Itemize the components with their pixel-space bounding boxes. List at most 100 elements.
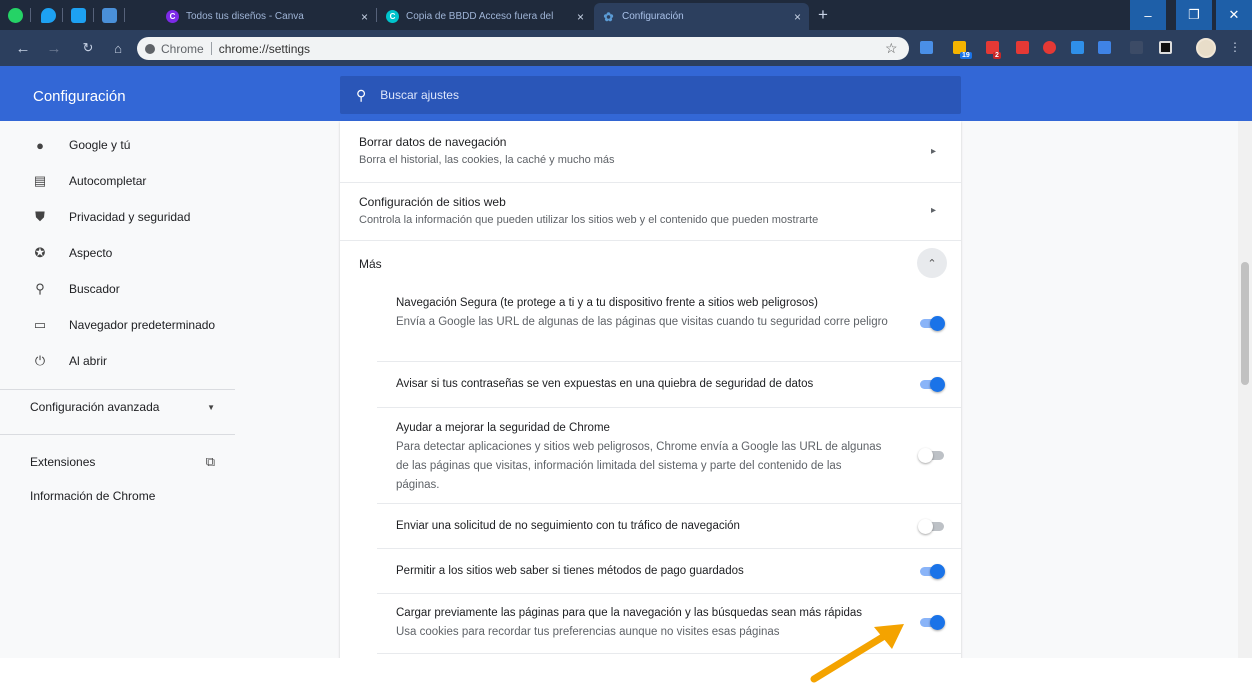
extension-gmail-icon[interactable] [1016, 41, 1029, 54]
profile-avatar[interactable] [1196, 38, 1216, 58]
extension-calendar2-icon[interactable] [1098, 41, 1111, 54]
password-leak-toggle[interactable] [918, 377, 945, 392]
browser-toolbar: ← → ↻ ⌂ Chrome chrome://settings ☆ 19 2 … [0, 30, 1252, 66]
improve-security-toggle[interactable] [918, 448, 944, 463]
scrollbar-thumb[interactable] [1241, 262, 1249, 385]
payment-methods-toggle[interactable] [918, 564, 945, 579]
gear-icon: ✿ [603, 9, 614, 24]
sidebar-item-autofill[interactable]: ▤ Autocompletar [0, 163, 235, 199]
browser-icon: ▭ [33, 317, 47, 332]
settings-main: Borrar datos de navegación Borra el hist… [340, 121, 1252, 685]
power-icon: ⏻ [34, 353, 46, 368]
sidebar-item-google[interactable]: ● Google y tú [0, 127, 235, 163]
arrow-shaft [810, 631, 890, 683]
do-not-track-row[interactable]: Enviar una solicitud de no seguimiento c… [377, 503, 961, 548]
menu-icon[interactable]: ⋮ [1229, 40, 1241, 54]
safe-browsing-toggle[interactable] [918, 316, 945, 331]
tab-strip: C Todos tus diseños - Canva × C Copia de… [0, 0, 1252, 30]
bottom-margin [0, 658, 1252, 685]
page-scrollbar[interactable] [1238, 121, 1252, 658]
address-bar[interactable]: Chrome chrome://settings [137, 37, 909, 60]
tab-separator [30, 8, 31, 22]
extension-grey-icon[interactable] [1130, 41, 1143, 54]
arrow-right-icon: ▸ [930, 205, 936, 216]
tab-canva-designs[interactable]: C Todos tus diseños - Canva × [158, 3, 376, 30]
collapse-button[interactable]: ⌃ [917, 248, 947, 278]
search-placeholder: Buscar ajustes [380, 88, 459, 102]
sidebar-item-search-engine[interactable]: ⚲ Buscador [0, 271, 235, 307]
close-window-button[interactable]: ✕ [1216, 0, 1252, 30]
new-tab-button[interactable]: + [818, 6, 828, 23]
close-icon[interactable]: × [577, 10, 584, 24]
forward-icon[interactable]: → [44, 38, 64, 58]
twitter-icon [40, 7, 56, 23]
sidebar-item-privacy[interactable]: ⛊ Privacidad y seguridad [0, 199, 235, 235]
omnibox-divider [210, 42, 212, 55]
do-not-track-toggle[interactable] [918, 519, 944, 534]
browser-window: C Todos tus diseños - Canva × C Copia de… [0, 0, 1252, 685]
canva-icon: C [166, 10, 179, 23]
callout-arrow [810, 624, 904, 683]
whatsapp-icon [7, 7, 23, 23]
advanced-privacy-card: Borrar datos de navegación Borra el hist… [340, 121, 961, 661]
minimize-button[interactable]: – [1130, 0, 1166, 30]
preload-pages-toggle[interactable] [918, 615, 945, 630]
maximize-button[interactable]: ❐ [1176, 0, 1212, 30]
search-icon: ⚲ [356, 86, 367, 103]
home-icon[interactable]: ⌂ [108, 38, 128, 58]
bookmark-star-icon[interactable]: ☆ [885, 40, 898, 57]
extension-arrow-icon[interactable] [1071, 41, 1084, 54]
tweetdeck-tab[interactable] [66, 4, 90, 26]
improve-security-row[interactable]: Ayudar a mejorar la seguridad de Chrome … [377, 407, 961, 503]
clipboard-icon: ▤ [33, 173, 47, 188]
site-chip[interactable]: Chrome [145, 42, 204, 56]
tab-separator [124, 8, 125, 22]
page-title: Configuración [33, 88, 126, 105]
site-settings-row[interactable]: Configuración de sitios web Controla la … [340, 182, 961, 240]
app-tab[interactable] [97, 4, 121, 26]
tweetdeck-icon [70, 7, 86, 23]
external-link-icon: ⧉ [205, 454, 215, 469]
tab-canva-copy[interactable]: C Copia de BBDD Acceso fuera del × [378, 3, 592, 30]
extension-adblock-icon[interactable] [1043, 41, 1056, 54]
chevron-down-icon: ▼ [207, 402, 215, 412]
header-gap [0, 66, 1252, 73]
url-text: chrome://settings [218, 41, 311, 56]
app-icon [101, 7, 117, 23]
safe-browsing-row[interactable]: Navegación Segura (te protege a ti y a t… [377, 283, 961, 361]
extension-lock-icon[interactable] [1159, 41, 1172, 54]
person-icon: ● [36, 137, 44, 153]
tab-separator [376, 8, 377, 22]
mail-badge: 2 [993, 52, 1001, 59]
sidebar-divider [0, 389, 235, 390]
arrow-right-icon: ▸ [930, 146, 936, 157]
clear-browsing-data-row[interactable]: Borrar datos de navegación Borra el hist… [340, 121, 961, 182]
back-icon[interactable]: ← [13, 38, 33, 58]
palette-icon: ✪ [34, 245, 46, 260]
sidebar-item-on-startup[interactable]: ⏻ Al abrir [0, 343, 235, 379]
password-leak-row[interactable]: Avisar si tus contraseñas se ven expuest… [377, 361, 961, 407]
close-icon[interactable]: × [794, 10, 801, 24]
sidebar-advanced[interactable]: Configuración avanzada ▼ [30, 400, 215, 414]
canva-icon: C [386, 10, 399, 23]
whatsapp-tab[interactable] [3, 4, 27, 26]
sidebar-about-chrome[interactable]: Información de Chrome [30, 489, 155, 503]
extension-docs-icon[interactable] [920, 41, 933, 54]
sidebar-item-default-browser[interactable]: ▭ Navegador predeterminado [0, 307, 235, 343]
chrome-icon [145, 43, 155, 54]
close-icon[interactable]: × [361, 10, 368, 24]
tab-settings[interactable]: ✿ Configuración × [594, 3, 809, 30]
tab-separator [62, 8, 63, 22]
sidebar-item-appearance[interactable]: ✪ Aspecto [0, 235, 235, 271]
shield-icon: ⛊ [35, 209, 45, 224]
chevron-up-icon: ⌃ [927, 257, 937, 270]
twitter-tab[interactable] [36, 4, 60, 26]
sidebar-divider [0, 434, 235, 435]
more-section-row[interactable]: Más [340, 240, 961, 283]
reload-icon[interactable]: ↻ [78, 38, 98, 58]
sidebar: ● Google y tú ▤ Autocompletar ⛊ Privacidad … [0, 121, 340, 685]
settings-header: Configuración ⚲ Buscar ajustes [0, 73, 1252, 121]
payment-methods-row[interactable]: Permitir a los sitios web saber si tiene… [377, 548, 961, 593]
search-settings-input[interactable]: ⚲ Buscar ajustes [340, 76, 961, 114]
sidebar-extensions[interactable]: Extensiones ⧉ [30, 454, 215, 470]
